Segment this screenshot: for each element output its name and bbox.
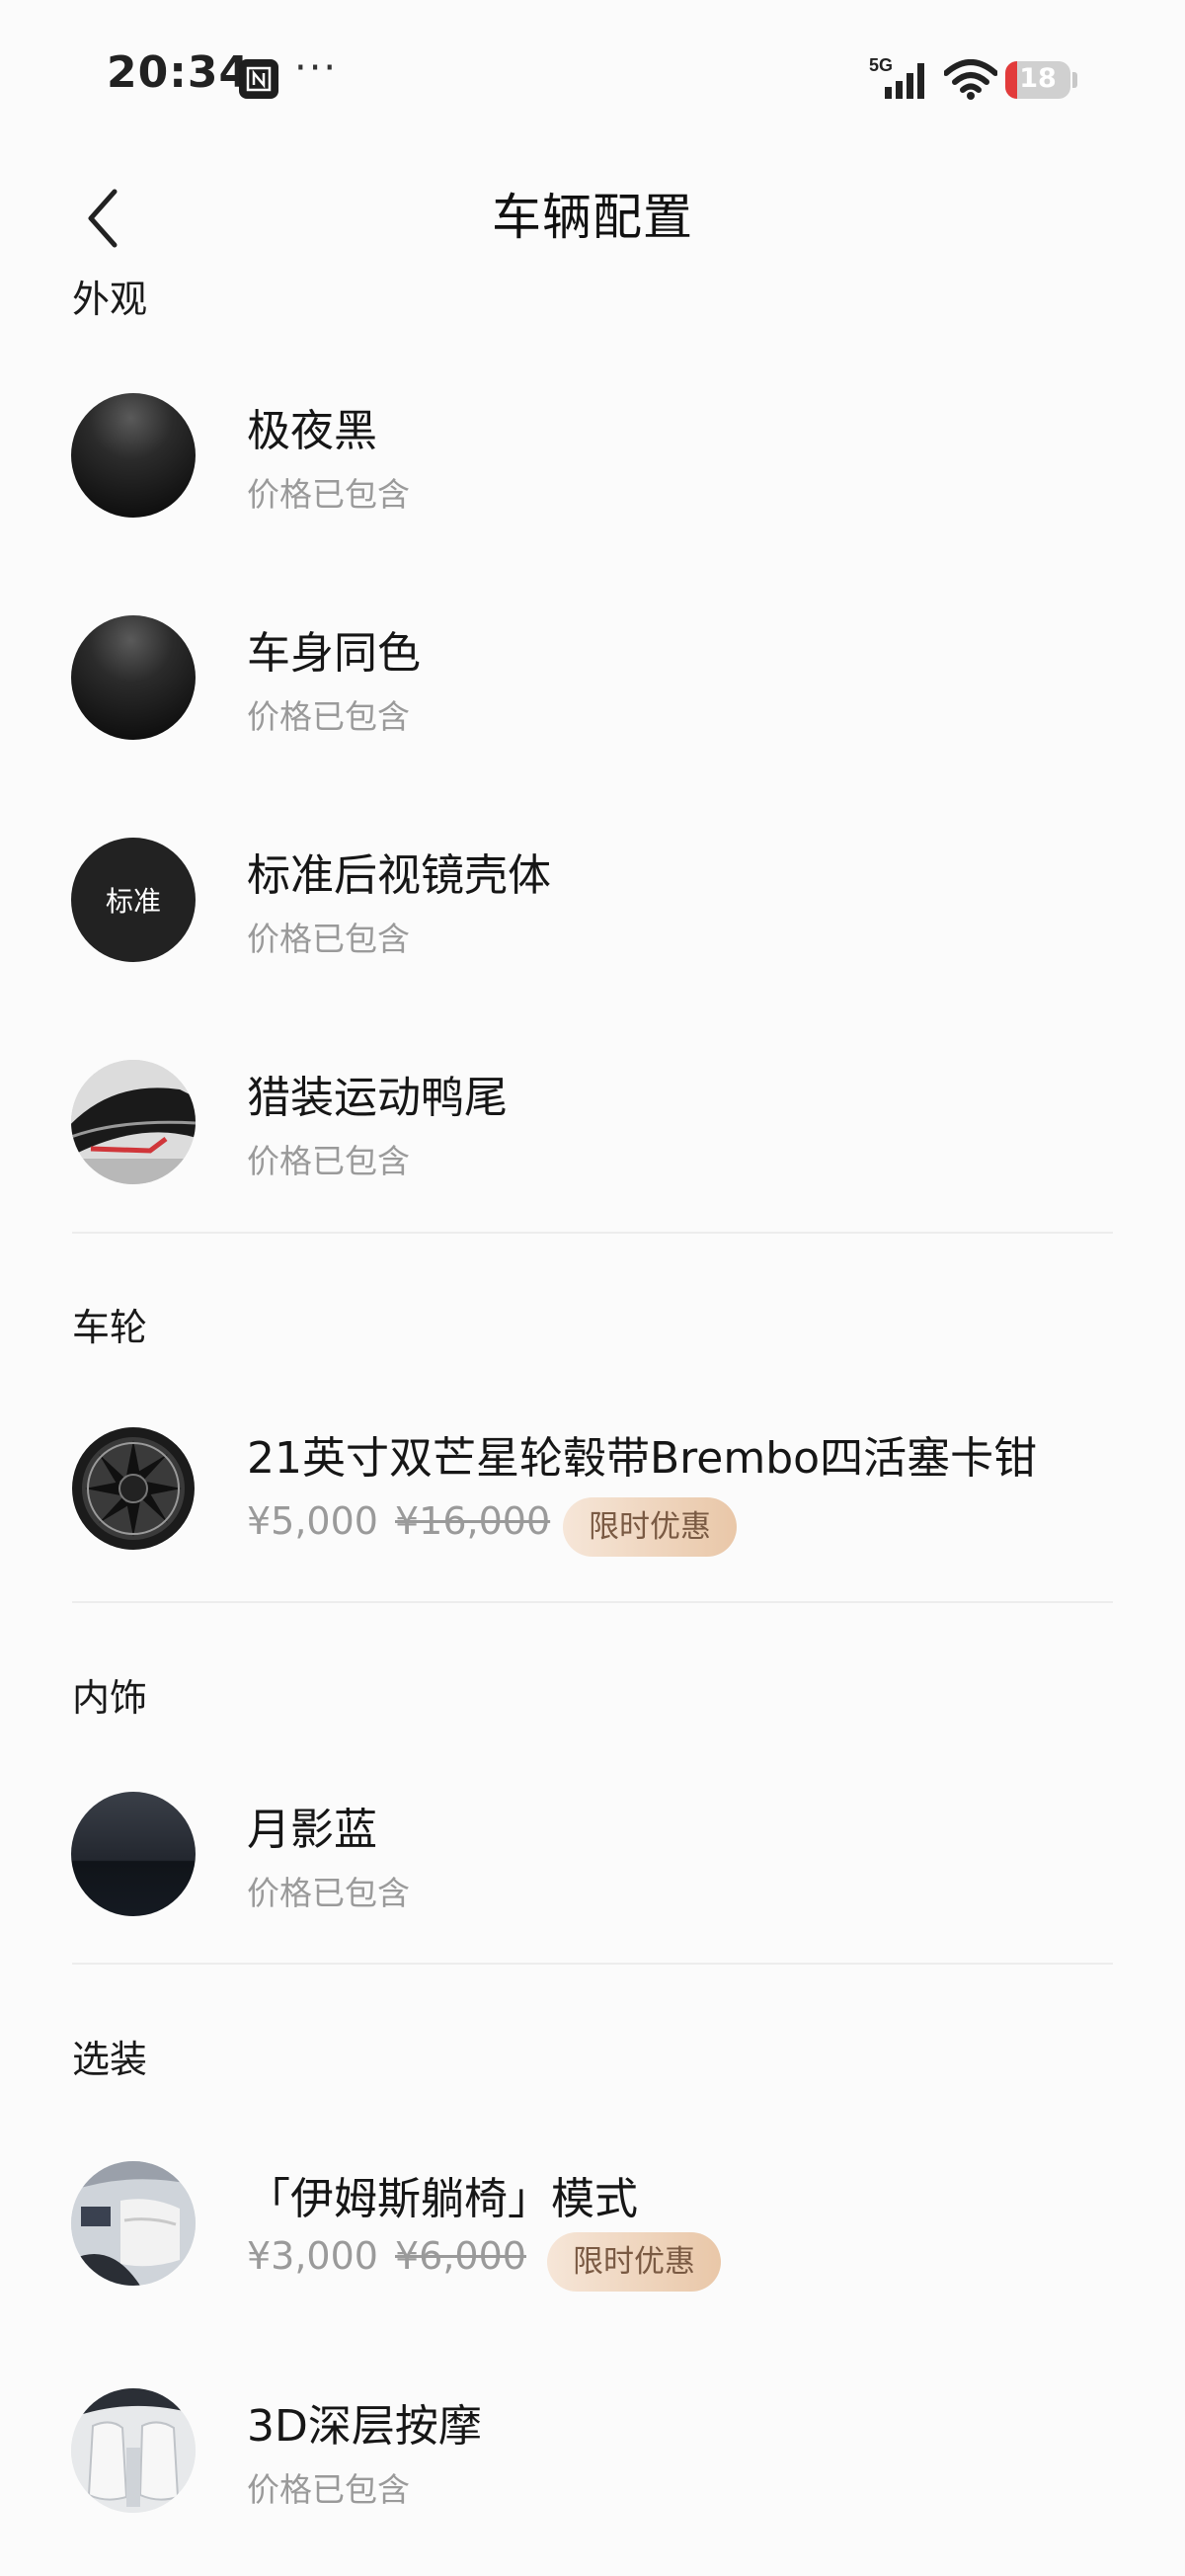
config-item-massage[interactable]: 3D深层按摩 价格已包含 [0,2353,1185,2550]
item-price: ¥5,000 [247,1499,378,1543]
status-bar: 20:34 ··· 5G 18 [0,0,1185,158]
massage-seat-image [71,2388,196,2513]
item-name: 车身同色 [247,628,421,679]
status-time: 20:34 [107,47,251,98]
wheel-image [71,1426,196,1551]
item-name: 极夜黑 [247,406,377,456]
color-swatch-black [71,393,196,518]
item-price-note: 价格已包含 [247,920,410,958]
item-name: 21英寸双芒星轮毂带Brembo四活塞卡钳 [247,1433,1038,1484]
nav-bar: 车辆配置 [0,158,1185,257]
item-name: 猎装运动鸭尾 [247,1073,508,1123]
network-label: 5G [869,55,893,75]
section-title-wheels: 车轮 [72,1306,148,1349]
section-divider [72,1232,1113,1234]
item-price: ¥3,000 [247,2234,378,2278]
battery-level: 18 [1019,63,1057,94]
spoiler-image [71,1060,196,1184]
item-name: 标准后视镜壳体 [247,850,551,901]
config-item-rear-spoiler[interactable]: 猎装运动鸭尾 价格已包含 [0,1024,1185,1222]
app-notification-icon [239,59,278,99]
promo-badge: 限时优惠 [547,2232,721,2292]
section-title-interior: 内饰 [72,1676,148,1720]
item-original-price: ¥6,000 [395,2234,526,2278]
item-name: 月影蓝 [247,1805,377,1855]
config-item-exterior-color[interactable]: 极夜黑 价格已包含 [0,358,1185,555]
color-swatch-body [71,615,196,740]
item-price-note: 价格已包含 [247,2470,410,2509]
battery-tip [1072,72,1077,88]
wifi-icon [944,59,997,100]
config-item-body-color[interactable]: 车身同色 价格已包含 [0,580,1185,777]
section-divider [72,1963,1113,1965]
item-name: 3D深层按摩 [247,2401,482,2452]
page-title: 车辆配置 [492,189,693,246]
config-item-wheels[interactable]: 21英寸双芒星轮毂带Brembo四活塞卡钳 ¥5,000 ¥16,000 限时优… [0,1383,1185,1580]
config-item-mirror[interactable]: 标准 标准后视镜壳体 价格已包含 [0,802,1185,1000]
item-price-note: 价格已包含 [247,1874,410,1912]
item-original-price: ¥16,000 [395,1499,551,1543]
lounge-seat-image [71,2161,196,2286]
battery-icon: 18 [1005,61,1070,99]
more-notifications-icon: ··· [294,45,339,91]
config-item-lounge-mode[interactable]: 「伊姆斯躺椅」模式 ¥3,000 ¥6,000 限时优惠 [0,2126,1185,2323]
color-swatch-blue [71,1792,196,1916]
section-title-exterior: 外观 [72,278,148,321]
config-item-interior-color[interactable]: 月影蓝 价格已包含 [0,1756,1185,1954]
mirror-swatch-label: 标准 [105,885,161,918]
promo-badge: 限时优惠 [563,1497,737,1557]
item-price-note: 价格已包含 [247,475,410,514]
section-divider [72,1601,1113,1603]
item-price-note: 价格已包含 [247,1142,410,1180]
item-price-note: 价格已包含 [247,697,410,736]
item-name: 「伊姆斯躺椅」模式 [247,2174,638,2224]
mirror-swatch: 标准 [71,838,196,962]
signal-5g-icon: 5G [869,55,924,99]
section-title-options: 选装 [72,2038,148,2081]
